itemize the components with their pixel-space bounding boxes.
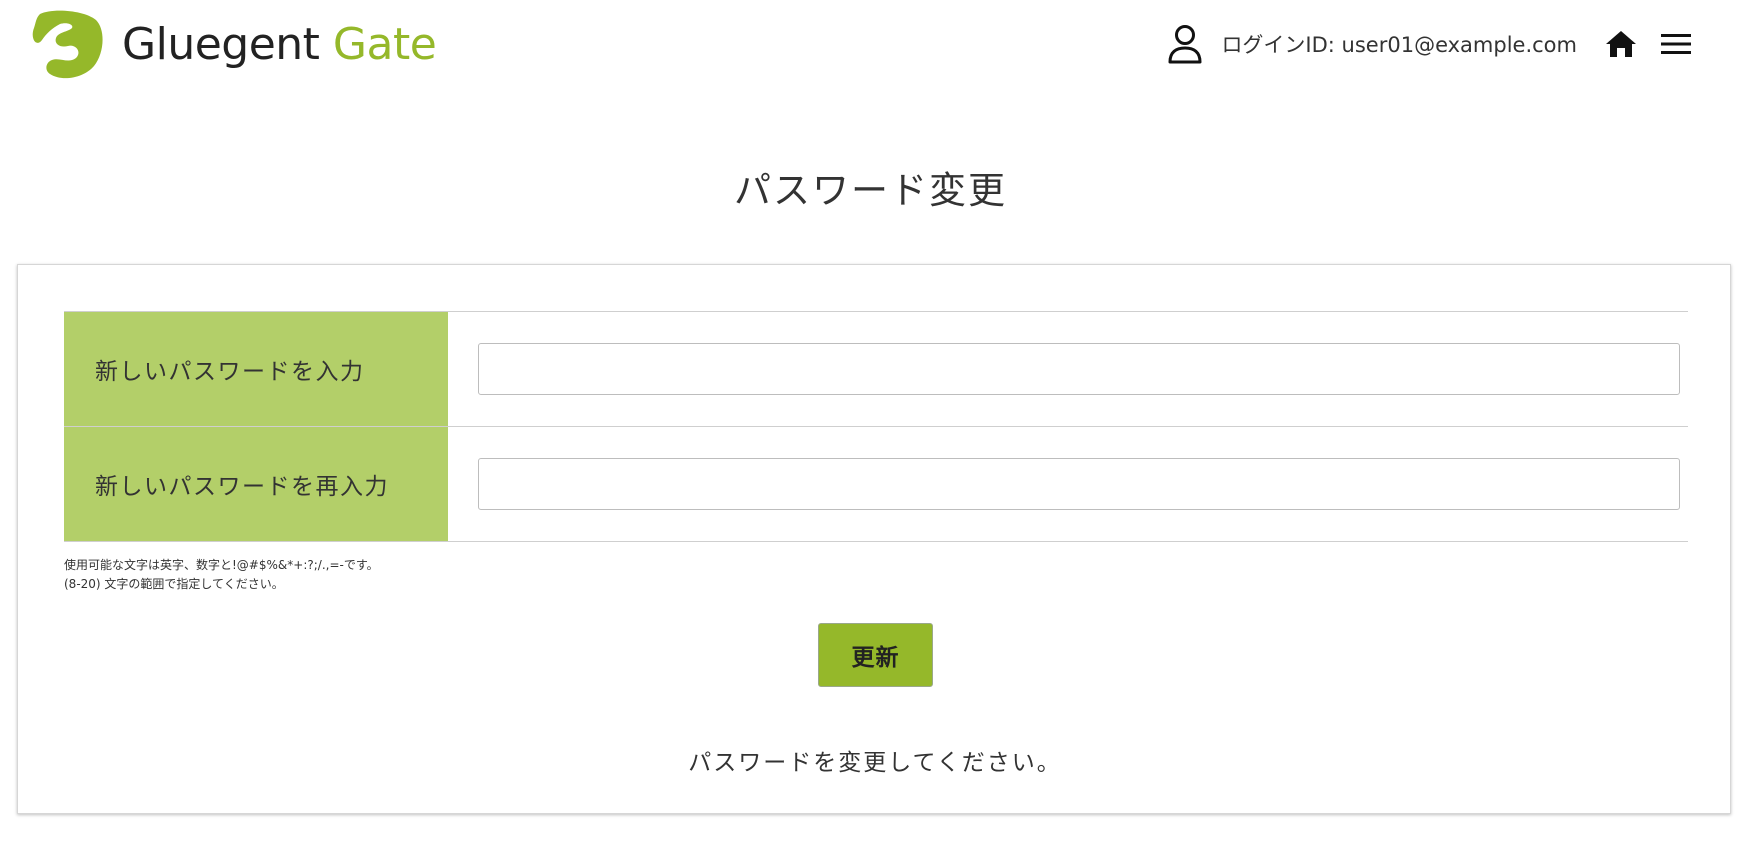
password-form-table: 新しいパスワードを入力 新しいパスワードを再入力 <box>64 311 1688 542</box>
user-area: ログインID: user01@example.com <box>1167 22 1693 66</box>
gluegent-logo-icon <box>32 10 103 79</box>
logo[interactable]: Gluegent Gate <box>32 10 437 80</box>
confirm-password-input[interactable] <box>478 458 1680 510</box>
login-id-label: ログインID: user01@example.com <box>1221 33 1577 57</box>
password-hint: 使用可能な文字は英字、数字と!@#$%&*+:?;/.,=-です。 (8-20)… <box>64 556 379 594</box>
logo-text-primary: Gluegent <box>122 19 320 70</box>
new-password-input[interactable] <box>478 343 1680 395</box>
password-hint-line-1: 使用可能な文字は英字、数字と!@#$%&*+:?;/.,=-です。 <box>64 558 379 572</box>
new-password-label: 新しいパスワードを入力 <box>64 312 448 426</box>
new-password-row: 新しいパスワードを入力 <box>64 312 1688 427</box>
update-button[interactable]: 更新 <box>818 623 933 687</box>
logo-text: Gluegent Gate <box>122 23 437 67</box>
confirm-password-row: 新しいパスワードを再入力 <box>64 427 1688 542</box>
hamburger-menu-icon[interactable] <box>1659 29 1693 59</box>
user-icon <box>1168 25 1202 64</box>
header: Gluegent Gate ログインID: user01@example.com <box>0 0 1741 90</box>
confirm-password-field-cell <box>448 427 1688 541</box>
password-form-panel: 新しいパスワードを入力 新しいパスワードを再入力 使用可能な文字は英字、数字と!… <box>17 264 1731 814</box>
logo-text-accent: Gate <box>332 19 437 70</box>
password-hint-line-2: (8-20) 文字の範囲で指定してください。 <box>64 577 284 591</box>
status-message: パスワードを変更してください。 <box>688 750 1062 776</box>
home-icon[interactable] <box>1605 28 1637 60</box>
page-title: パスワード変更 <box>734 169 1007 212</box>
new-password-field-cell <box>448 312 1688 426</box>
confirm-password-label: 新しいパスワードを再入力 <box>64 427 448 541</box>
